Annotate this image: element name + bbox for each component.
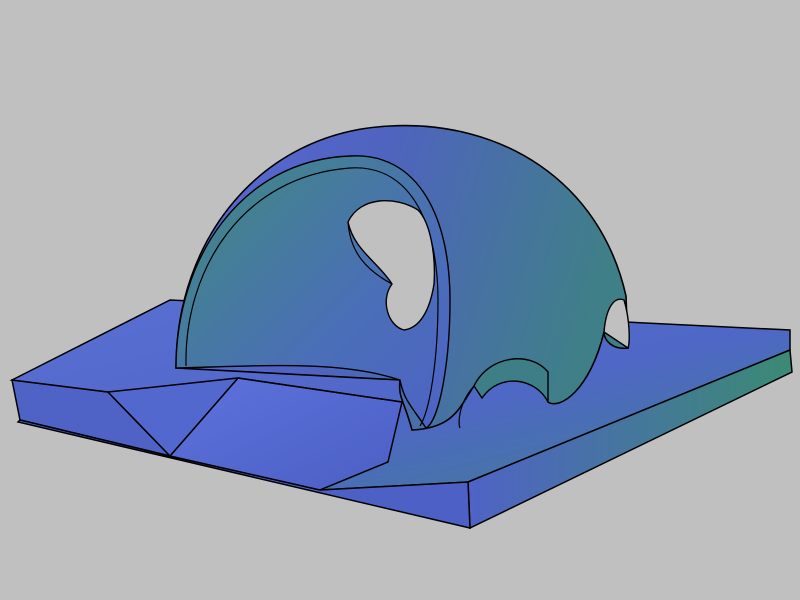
cad-model — [9, 124, 793, 530]
cad-viewport[interactable] — [0, 0, 800, 600]
front-ramp — [106, 377, 403, 491]
